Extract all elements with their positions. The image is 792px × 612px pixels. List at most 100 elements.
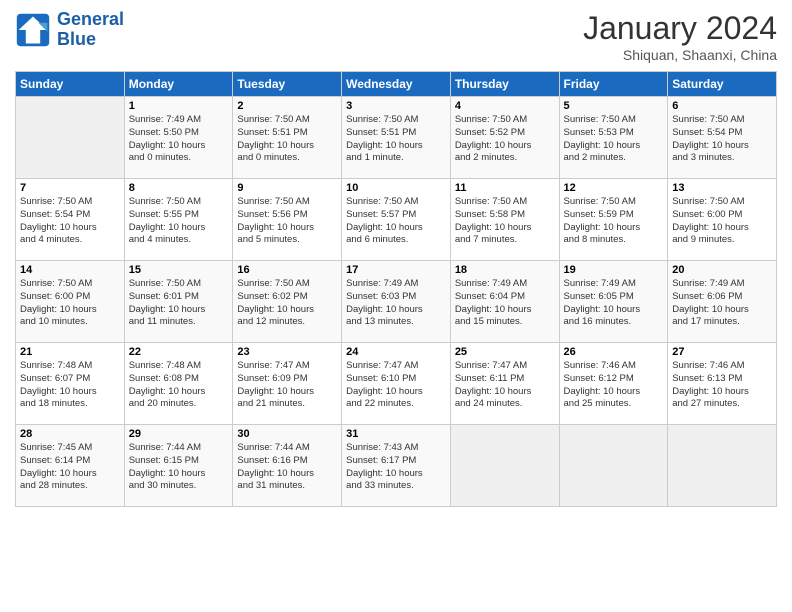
weekday-header-tuesday: Tuesday [233, 72, 342, 97]
calendar-subtitle: Shiquan, Shaanxi, China [583, 47, 777, 63]
day-info: Sunrise: 7:44 AM Sunset: 6:16 PM Dayligh… [237, 442, 337, 493]
calendar-cell: 31 Sunrise: 7:43 AM Sunset: 6:17 PM Dayli… [342, 425, 451, 507]
day-number: 25 [455, 346, 555, 358]
day-info: Sunrise: 7:49 AM Sunset: 6:05 PM Dayligh… [564, 278, 664, 329]
day-number: 2 [237, 100, 337, 112]
calendar-table: SundayMondayTuesdayWednesdayThursdayFrid… [15, 71, 777, 507]
calendar-cell: 22 Sunrise: 7:48 AM Sunset: 6:08 PM Dayli… [124, 343, 233, 425]
weekday-header-friday: Friday [559, 72, 668, 97]
day-number: 13 [672, 182, 772, 194]
day-number: 31 [346, 428, 446, 440]
day-info: Sunrise: 7:48 AM Sunset: 6:08 PM Dayligh… [129, 360, 229, 411]
calendar-cell: 4Sunrise: 7:50 AM Sunset: 5:52 PM Daylig… [450, 97, 559, 179]
day-number: 12 [564, 182, 664, 194]
day-number: 5 [564, 100, 664, 112]
weekday-header-sunday: Sunday [16, 72, 125, 97]
weekday-header-wednesday: Wednesday [342, 72, 451, 97]
weekday-header-thursday: Thursday [450, 72, 559, 97]
calendar-week-row: 21 Sunrise: 7:48 AM Sunset: 6:07 PM Dayli… [16, 343, 777, 425]
calendar-cell: 5Sunrise: 7:50 AM Sunset: 5:53 PM Daylig… [559, 97, 668, 179]
calendar-cell: 7 Sunrise: 7:50 AM Sunset: 5:54 PM Daylig… [16, 179, 125, 261]
calendar-cell: 20 Sunrise: 7:49 AM Sunset: 6:06 PM Dayli… [668, 261, 777, 343]
day-number: 30 [237, 428, 337, 440]
day-number: 14 [20, 264, 120, 276]
calendar-cell: 1Sunrise: 7:49 AM Sunset: 5:50 PM Daylig… [124, 97, 233, 179]
calendar-cell: 14Sunrise: 7:50 AM Sunset: 6:00 PM Dayli… [16, 261, 125, 343]
day-info: Sunrise: 7:46 AM Sunset: 6:13 PM Dayligh… [672, 360, 772, 411]
calendar-cell: 3 Sunrise: 7:50 AM Sunset: 5:51 PM Daylig… [342, 97, 451, 179]
day-info: Sunrise: 7:49 AM Sunset: 6:06 PM Dayligh… [672, 278, 772, 329]
day-info: Sunrise: 7:47 AM Sunset: 6:11 PM Dayligh… [455, 360, 555, 411]
calendar-cell: 8Sunrise: 7:50 AM Sunset: 5:55 PM Daylig… [124, 179, 233, 261]
day-number: 22 [129, 346, 229, 358]
calendar-cell: 25 Sunrise: 7:47 AM Sunset: 6:11 PM Dayli… [450, 343, 559, 425]
day-number: 28 [20, 428, 120, 440]
calendar-cell: 18Sunrise: 7:49 AM Sunset: 6:04 PM Dayli… [450, 261, 559, 343]
day-info: Sunrise: 7:50 AM Sunset: 5:54 PM Dayligh… [20, 196, 120, 247]
title-block: January 2024 Shiquan, Shaanxi, China [583, 10, 777, 63]
logo-text: General Blue [57, 10, 124, 50]
calendar-cell: 21 Sunrise: 7:48 AM Sunset: 6:07 PM Dayli… [16, 343, 125, 425]
calendar-week-row: 7 Sunrise: 7:50 AM Sunset: 5:54 PM Daylig… [16, 179, 777, 261]
day-number: 26 [564, 346, 664, 358]
day-info: Sunrise: 7:50 AM Sunset: 5:51 PM Dayligh… [346, 114, 446, 165]
calendar-cell: 26 Sunrise: 7:46 AM Sunset: 6:12 PM Dayli… [559, 343, 668, 425]
day-info: Sunrise: 7:50 AM Sunset: 5:56 PM Dayligh… [237, 196, 337, 247]
day-number: 17 [346, 264, 446, 276]
day-number: 11 [455, 182, 555, 194]
logo-line1: General [57, 9, 124, 29]
day-info: Sunrise: 7:50 AM Sunset: 6:00 PM Dayligh… [672, 196, 772, 247]
day-number: 4 [455, 100, 555, 112]
day-info: Sunrise: 7:50 AM Sunset: 5:51 PM Dayligh… [237, 114, 337, 165]
calendar-title: January 2024 [583, 10, 777, 47]
header: General Blue January 2024 Shiquan, Shaan… [15, 10, 777, 63]
calendar-cell: 23 Sunrise: 7:47 AM Sunset: 6:09 PM Dayli… [233, 343, 342, 425]
calendar-cell: 10 Sunrise: 7:50 AM Sunset: 5:57 PM Dayli… [342, 179, 451, 261]
day-number: 29 [129, 428, 229, 440]
calendar-cell: 15Sunrise: 7:50 AM Sunset: 6:01 PM Dayli… [124, 261, 233, 343]
day-number: 23 [237, 346, 337, 358]
day-info: Sunrise: 7:47 AM Sunset: 6:09 PM Dayligh… [237, 360, 337, 411]
calendar-cell: 2 Sunrise: 7:50 AM Sunset: 5:51 PM Daylig… [233, 97, 342, 179]
calendar-cell: 27 Sunrise: 7:46 AM Sunset: 6:13 PM Dayli… [668, 343, 777, 425]
day-number: 27 [672, 346, 772, 358]
day-info: Sunrise: 7:46 AM Sunset: 6:12 PM Dayligh… [564, 360, 664, 411]
day-number: 8 [129, 182, 229, 194]
calendar-cell: 11Sunrise: 7:50 AM Sunset: 5:58 PM Dayli… [450, 179, 559, 261]
day-number: 20 [672, 264, 772, 276]
calendar-cell: 29Sunrise: 7:44 AM Sunset: 6:15 PM Dayli… [124, 425, 233, 507]
calendar-cell: 16Sunrise: 7:50 AM Sunset: 6:02 PM Dayli… [233, 261, 342, 343]
day-info: Sunrise: 7:50 AM Sunset: 6:01 PM Dayligh… [129, 278, 229, 329]
logo-line2: Blue [57, 29, 96, 49]
day-info: Sunrise: 7:50 AM Sunset: 5:57 PM Dayligh… [346, 196, 446, 247]
calendar-cell: 6Sunrise: 7:50 AM Sunset: 5:54 PM Daylig… [668, 97, 777, 179]
day-info: Sunrise: 7:50 AM Sunset: 6:02 PM Dayligh… [237, 278, 337, 329]
calendar-cell: 12 Sunrise: 7:50 AM Sunset: 5:59 PM Dayli… [559, 179, 668, 261]
calendar-cell [16, 97, 125, 179]
calendar-cell [450, 425, 559, 507]
day-number: 1 [129, 100, 229, 112]
calendar-week-row: 14Sunrise: 7:50 AM Sunset: 6:00 PM Dayli… [16, 261, 777, 343]
calendar-cell: 17 Sunrise: 7:49 AM Sunset: 6:03 PM Dayli… [342, 261, 451, 343]
day-number: 7 [20, 182, 120, 194]
weekday-header-row: SundayMondayTuesdayWednesdayThursdayFrid… [16, 72, 777, 97]
logo: General Blue [15, 10, 124, 50]
day-info: Sunrise: 7:48 AM Sunset: 6:07 PM Dayligh… [20, 360, 120, 411]
day-number: 24 [346, 346, 446, 358]
day-info: Sunrise: 7:50 AM Sunset: 5:59 PM Dayligh… [564, 196, 664, 247]
day-number: 18 [455, 264, 555, 276]
calendar-week-row: 28Sunrise: 7:45 AM Sunset: 6:14 PM Dayli… [16, 425, 777, 507]
calendar-cell: 13 Sunrise: 7:50 AM Sunset: 6:00 PM Dayli… [668, 179, 777, 261]
day-number: 21 [20, 346, 120, 358]
calendar-cell: 19Sunrise: 7:49 AM Sunset: 6:05 PM Dayli… [559, 261, 668, 343]
day-number: 3 [346, 100, 446, 112]
day-info: Sunrise: 7:43 AM Sunset: 6:17 PM Dayligh… [346, 442, 446, 493]
day-number: 10 [346, 182, 446, 194]
calendar-cell [559, 425, 668, 507]
calendar-cell: 24Sunrise: 7:47 AM Sunset: 6:10 PM Dayli… [342, 343, 451, 425]
calendar-week-row: 1Sunrise: 7:49 AM Sunset: 5:50 PM Daylig… [16, 97, 777, 179]
day-info: Sunrise: 7:49 AM Sunset: 6:03 PM Dayligh… [346, 278, 446, 329]
day-number: 9 [237, 182, 337, 194]
logo-icon [15, 12, 51, 48]
page: General Blue January 2024 Shiquan, Shaan… [0, 0, 792, 612]
